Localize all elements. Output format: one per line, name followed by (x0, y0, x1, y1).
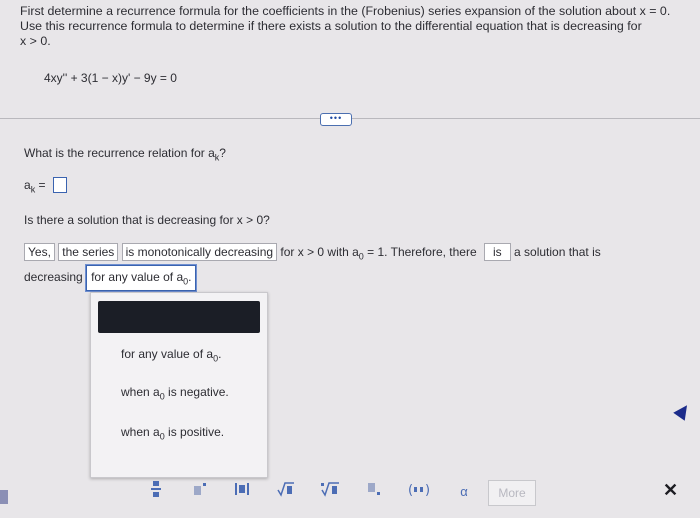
recurrence-answer-input[interactable] (53, 177, 67, 193)
answer-sentence-line2: decreasing for any value of a0. (24, 265, 197, 292)
solution-text: a solution that is (514, 245, 601, 259)
for-x-label: for x > 0 with a (280, 245, 359, 259)
option-any-text: for any value of a (121, 347, 214, 361)
math-toolbar: () α More (134, 480, 554, 508)
is-select[interactable]: is (484, 243, 511, 261)
option-negative-end: is negative. (164, 385, 229, 399)
question-line-2: Use this recurrence formula to determine… (20, 19, 642, 33)
option-positive-end: is positive. (164, 425, 225, 439)
ak-sub: k (30, 184, 36, 195)
fraction-icon[interactable] (146, 480, 166, 504)
differential-equation: 4xy'' + 3(1 − x)y' − 9y = 0 (44, 71, 177, 85)
for-x-sub: 0 (358, 251, 364, 262)
dropdown-option-positive[interactable]: when a0 is positive. (121, 425, 224, 441)
absolute-value-icon[interactable] (232, 480, 252, 504)
alpha-button[interactable]: α (456, 480, 472, 504)
close-icon[interactable]: ✕ (663, 480, 678, 501)
sqrt-icon[interactable] (276, 480, 296, 504)
recurrence-prompt-end: ? (219, 146, 226, 160)
any-value-label: for any value of a (91, 270, 184, 284)
question-text: First determine a recurrence formula for… (20, 4, 690, 49)
interval-icon[interactable]: () (406, 480, 432, 504)
recurrence-prompt-text: What is the recurrence relation for a (24, 146, 215, 160)
mouse-cursor-icon (673, 401, 693, 421)
more-button[interactable]: More (488, 480, 536, 506)
decreasing-prompt: Is there a solution that is decreasing f… (24, 213, 270, 227)
dropdown-menu: for any value of a0. when a0 is negative… (90, 292, 268, 478)
recurrence-prompt: What is the recurrence relation for ak? (24, 146, 226, 162)
option-any-end: . (218, 347, 222, 361)
ak-label: ak = (24, 178, 46, 194)
question-line-1: First determine a recurrence formula for… (20, 4, 671, 18)
side-tab-handle[interactable] (0, 490, 8, 504)
svg-text:): ) (425, 483, 430, 498)
superscript-icon[interactable] (190, 480, 210, 504)
series-select[interactable]: the series (58, 243, 119, 261)
monotone-select[interactable]: is monotonically decreasing (121, 243, 278, 261)
therefore-text: = 1. Therefore, there (367, 245, 477, 259)
ak-equals: = (38, 178, 46, 192)
question-line-3: x > 0. (20, 34, 51, 48)
dropdown-highlight[interactable] (98, 301, 260, 333)
subscript-icon[interactable] (364, 480, 384, 504)
svg-text:(: ( (408, 483, 413, 498)
answer-sentence: Yes, the series is monotonically decreas… (24, 243, 654, 261)
ak-letter: a (24, 178, 31, 192)
dropdown-option-any[interactable]: for any value of a0. (121, 347, 221, 363)
decreasing-text: decreasing (24, 270, 83, 284)
nth-root-icon[interactable] (320, 480, 340, 504)
any-value-period: . (188, 270, 192, 284)
option-positive-text: when a (121, 425, 160, 439)
yes-select[interactable]: Yes, (24, 243, 55, 261)
option-negative-text: when a (121, 385, 160, 399)
any-value-select[interactable]: for any value of a0. (86, 265, 197, 292)
expand-button[interactable]: ••• (320, 113, 352, 126)
for-x-text: for x > 0 with a0 (280, 245, 364, 262)
dropdown-option-negative[interactable]: when a0 is negative. (121, 385, 229, 401)
